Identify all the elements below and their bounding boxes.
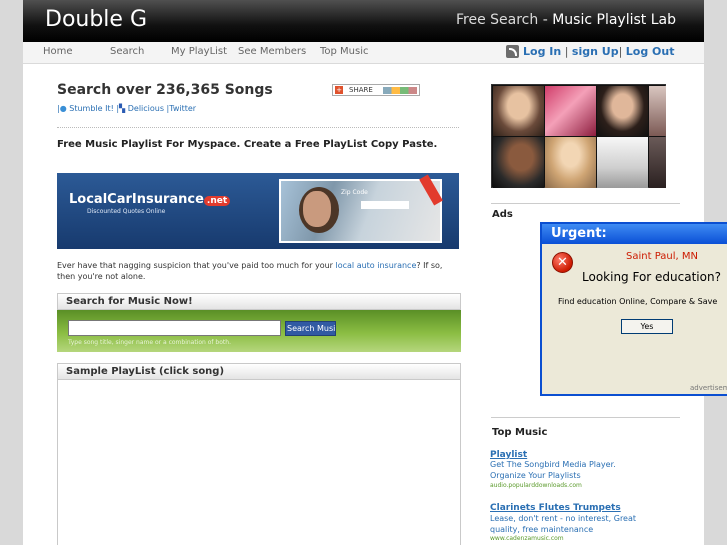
- popup-yes-button[interactable]: Yes: [621, 319, 673, 334]
- ad-subtitle: Discounted Quotes Online: [87, 208, 166, 215]
- top-music-link-clarinets[interactable]: Clarinets Flutes Trumpets: [490, 503, 621, 513]
- ad-zip-field[interactable]: [361, 201, 409, 209]
- search-input[interactable]: [68, 320, 281, 336]
- top-music-title: Top Music: [492, 427, 548, 438]
- delicious-link[interactable]: Delicious: [128, 104, 164, 113]
- signup-link[interactable]: sign Up: [572, 45, 619, 58]
- intro-text: Free Music Playlist For Myspace. Create …: [57, 139, 438, 150]
- playlist-panel-title: Sample PlayList (click song): [57, 363, 461, 380]
- ad-person-face: [303, 191, 331, 227]
- popup-title: Urgent:: [542, 224, 727, 244]
- ad-brand-suffix: .net: [203, 196, 231, 206]
- top-music-desc-clarinets: Lease, don't rent - no interest, Great q…: [490, 514, 637, 534]
- share-services-icon: [383, 87, 417, 94]
- share-button[interactable]: + SHARE: [332, 84, 420, 96]
- popup-footer: advertisement: [690, 384, 727, 392]
- tagline-main: Music Playlist Lab: [552, 12, 676, 28]
- auth-links: Log In | sign Up| Log Out: [523, 45, 675, 58]
- body-text: Ever have that nagging suspicion that yo…: [57, 261, 443, 281]
- stumble-icon: ●: [59, 104, 67, 113]
- urgent-popup-ad[interactable]: Urgent: ✕ Saint Paul, MN Looking For edu…: [540, 222, 727, 396]
- nav-see-members[interactable]: See Members: [238, 46, 306, 57]
- ad-brand: LocalCarInsurance .net: [69, 192, 231, 207]
- search-panel-title: Search for Music Now!: [57, 293, 461, 310]
- sidebar-divider: [491, 203, 680, 204]
- ad-photo: Zip Code: [279, 174, 443, 243]
- error-icon: ✕: [552, 252, 573, 273]
- twitter-link[interactable]: Twitter: [169, 104, 196, 113]
- nav-my-playlist[interactable]: My PlayList: [171, 46, 227, 57]
- rss-icon[interactable]: [506, 45, 519, 58]
- ad-corner-ribbon: [419, 174, 443, 206]
- nav-home[interactable]: Home: [43, 46, 73, 57]
- share-plus-icon: +: [335, 86, 343, 94]
- top-music-url-playlist[interactable]: audio.popularddownloads.com: [490, 482, 582, 489]
- nav-search[interactable]: Search: [110, 46, 144, 57]
- tagline-lead: Free Search -: [456, 12, 553, 28]
- ads-label: Ads: [492, 209, 513, 220]
- page: Double G Free Search - Music Playlist La…: [0, 0, 727, 545]
- site-logo[interactable]: Double G: [45, 7, 147, 32]
- top-music-link-playlist[interactable]: Playlist: [490, 450, 527, 460]
- insurance-ad-banner[interactable]: LocalCarInsurance .net Discounted Quotes …: [57, 173, 459, 249]
- login-link[interactable]: Log In: [523, 45, 561, 58]
- stumble-link[interactable]: Stumble It!: [69, 104, 114, 113]
- popup-question: Looking For education?: [582, 270, 721, 284]
- delicious-icon: ▚: [119, 104, 126, 113]
- popup-location: Saint Paul, MN: [626, 251, 698, 262]
- auto-insurance-link[interactable]: local auto insurance: [336, 261, 417, 270]
- sidebar-divider-2: [491, 417, 680, 418]
- top-music-desc-playlist: Get The Songbird Media Player. Organize …: [490, 460, 616, 480]
- social-links: |● Stumble It! |▚ Delicious |Twitter: [57, 104, 197, 113]
- share-label: SHARE: [349, 86, 373, 94]
- divider: [57, 127, 459, 128]
- popup-message: Find education Online, Compare & Save: [558, 297, 718, 306]
- page-heading: Search over 236,365 Songs: [57, 82, 273, 98]
- artist-collage-image[interactable]: [491, 84, 666, 188]
- sample-playlist-area[interactable]: [57, 380, 461, 545]
- site-tagline: Free Search - Music Playlist Lab: [456, 12, 676, 28]
- nav-top-music[interactable]: Top Music: [320, 46, 369, 57]
- top-music-url-clarinets[interactable]: www.cadenzamusic.com: [490, 535, 564, 542]
- logout-link[interactable]: Log Out: [626, 45, 675, 58]
- search-hint: Type song title, singer name or a combin…: [68, 339, 231, 346]
- ad-zip-label: Zip Code: [341, 189, 368, 196]
- search-button[interactable]: Search Music: [285, 321, 336, 336]
